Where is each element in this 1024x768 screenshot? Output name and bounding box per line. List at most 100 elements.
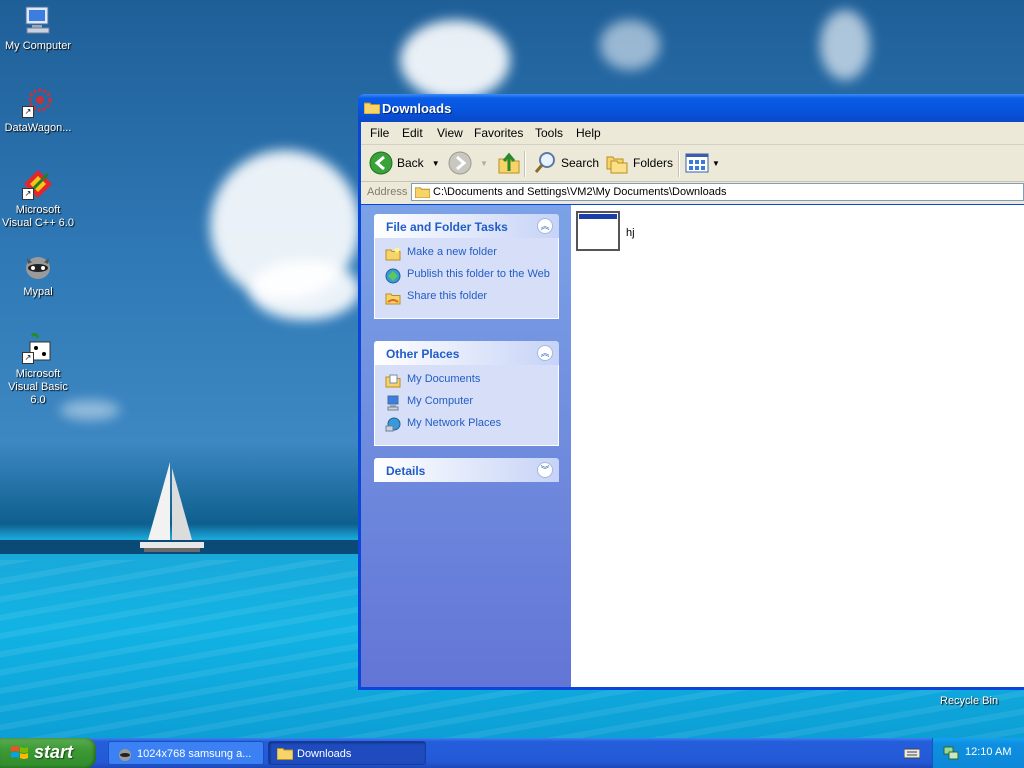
file-folder-tasks-panel: File and Folder Tasks ︽ Make a new folde… [374,214,559,319]
my-network-places-link[interactable]: My Network Places [385,417,550,433]
desktop-icon-label: My Computer [4,40,72,52]
file-name: hj [626,227,635,239]
desktop-icon-visual-cpp[interactable]: ↗ Microsoft Visual C++ 6.0 [0,168,76,230]
menu-tools[interactable]: Tools [535,126,563,140]
search-button[interactable]: Search [533,151,599,175]
toolbar-separator [524,151,526,177]
desktop-icon-visual-basic[interactable]: ↗ Microsoft Visual Basic 6.0 [0,332,76,407]
views-icon [685,153,709,173]
folders-button[interactable]: Folders [605,151,673,175]
share-folder-icon [385,293,401,305]
address-label: Address [367,186,408,198]
explorer-window: Downloads File Edit View Favorites Tools… [358,94,1024,690]
visual-cpp-icon: ↗ [22,168,54,200]
details-panel: Details ︾ [374,458,559,482]
back-button[interactable]: Back ▼ [369,151,440,175]
system-tray: 12:10 AM [932,738,1024,768]
menu-bar: File Edit View Favorites Tools Help [361,122,1024,145]
taskbar-button-label: 1024x768 samsung a... [137,748,252,760]
file-folder-tasks-header[interactable]: File and Folder Tasks ︽ [374,214,559,238]
menu-favorites[interactable]: Favorites [474,126,523,140]
shortcut-arrow-icon: ↗ [22,188,34,200]
taskbar: start 1024x768 samsung a... Downloads 12… [0,738,1024,768]
panel-body: My Documents My Computer My Network Plac… [374,365,559,446]
taskbar-button-label: Downloads [297,748,352,760]
forward-arrow-icon [448,151,472,175]
shortcut-arrow-icon: ↗ [22,352,34,364]
back-arrow-icon [369,151,393,175]
desktop-icon-label: Microsoft Visual C++ 6.0 [2,204,74,229]
panel-title: File and Folder Tasks [386,220,508,234]
menu-edit[interactable]: Edit [402,126,423,140]
shortcut-arrow-icon: ↗ [22,106,34,118]
expand-chevron-icon[interactable]: ︾ [537,462,553,478]
views-dropdown-icon[interactable]: ▼ [712,159,720,168]
visual-basic-icon: ↗ [22,332,54,364]
file-item[interactable]: hj [576,211,635,251]
my-documents-icon [385,374,401,388]
window-titlebar[interactable]: Downloads [358,94,1024,122]
up-folder-icon [498,152,520,174]
task-pane: File and Folder Tasks ︽ Make a new folde… [361,205,571,687]
collapse-chevron-icon[interactable]: ︽ [537,345,553,361]
desktop-icon-mypal[interactable]: Mypal [0,250,76,299]
menu-help[interactable]: Help [576,126,601,140]
application-window-icon [576,211,620,251]
folder-icon [414,186,431,201]
window-title: Downloads [382,101,452,116]
network-places-icon [385,417,401,432]
search-label: Search [561,156,600,170]
menu-view[interactable]: View [437,126,463,140]
my-documents-link[interactable]: My Documents [385,373,550,389]
datawagon-icon: ↗ [22,86,54,118]
share-folder-link[interactable]: Share this folder [385,290,550,306]
up-folder-button[interactable] [497,151,521,175]
recycle-bin-label[interactable]: Recycle Bin [940,695,998,707]
cloud-decoration [250,260,360,320]
link-label: Publish this folder to the Web [407,268,550,280]
my-computer-link[interactable]: My Computer [385,395,550,411]
other-places-panel: Other Places ︽ My Documents My Computer … [374,341,559,446]
back-dropdown-icon[interactable]: ▼ [432,159,440,168]
make-new-folder-link[interactable]: Make a new folder [385,246,550,262]
panel-title: Other Places [386,347,460,361]
network-tray-icon[interactable] [943,745,959,764]
clock[interactable]: 12:10 AM [965,746,1011,758]
raccoon-icon [119,749,131,761]
link-label: My Computer [407,395,474,407]
collapse-chevron-icon[interactable]: ︽ [537,218,553,234]
back-label: Back [397,156,424,170]
my-computer-icon [22,4,54,36]
folder-icon [277,748,293,760]
publish-folder-web-link[interactable]: Publish this folder to the Web [385,268,550,284]
link-label: Share this folder [407,290,488,302]
details-header[interactable]: Details ︾ [374,458,559,482]
other-places-header[interactable]: Other Places ︽ [374,341,559,365]
desktop-icon-label: DataWagon... [4,122,72,134]
toolbar-separator [678,151,680,177]
my-computer-icon [387,395,399,411]
menu-file[interactable]: File [370,126,389,140]
link-label: My Documents [407,373,481,385]
desktop-icon-label: Mypal [23,286,53,298]
forward-button[interactable]: ▼ [448,151,488,175]
address-field[interactable]: C:\Documents and Settings\VM2\My Documen… [411,183,1024,201]
desktop-icon-datawagon[interactable]: ↗ DataWagon... [0,86,76,135]
window-content: File and Folder Tasks ︽ Make a new folde… [361,205,1024,687]
start-button[interactable]: start [0,738,96,768]
panel-title: Details [386,464,426,478]
taskbar-button-browser[interactable]: 1024x768 samsung a... [108,741,264,765]
file-list-area[interactable]: hj [571,205,1024,687]
taskbar-button-downloads[interactable]: Downloads [268,741,426,765]
folders-label: Folders [633,156,674,170]
windows-flag-icon [11,746,28,759]
toolbar: Back ▼ ▼ Search Folders ▼ [361,145,1024,182]
address-bar: Address C:\Documents and Settings\VM2\My… [361,182,1024,204]
views-button[interactable]: ▼ [685,151,720,175]
link-label: Make a new folder [407,246,497,258]
forward-dropdown-icon: ▼ [480,158,488,168]
cloud-decoration [600,20,660,70]
keyboard-icon[interactable] [903,747,921,762]
sailboat-image [140,462,204,552]
desktop-icon-my-computer[interactable]: My Computer [0,4,76,53]
